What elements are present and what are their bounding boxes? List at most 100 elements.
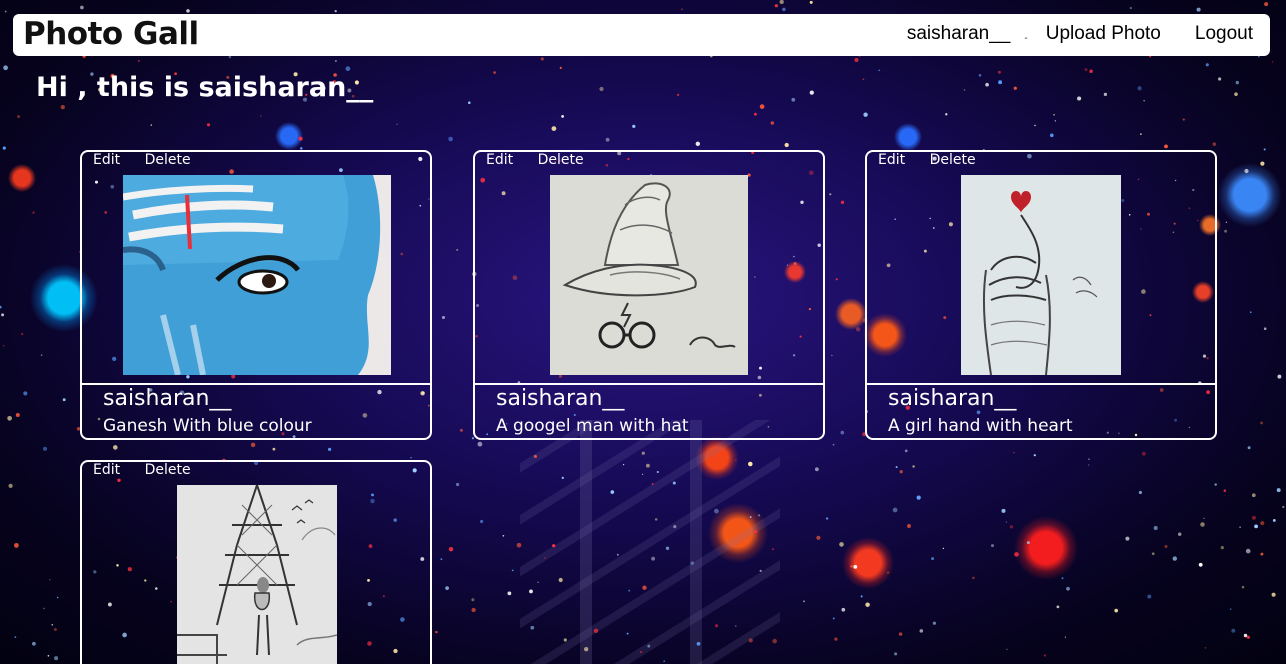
delete-link[interactable]: Delete bbox=[145, 152, 191, 168]
card-actions: Edit Delete bbox=[878, 152, 996, 168]
sparkle bbox=[43, 607, 45, 610]
card-actions: Edit Delete bbox=[486, 152, 604, 168]
photo-image[interactable] bbox=[177, 485, 337, 664]
photo-image[interactable] bbox=[961, 175, 1121, 375]
sparkle bbox=[681, 8, 683, 10]
sparkle bbox=[40, 354, 43, 356]
photo-card: Edit Delete saisharan__ Ganesh With blue… bbox=[80, 150, 432, 440]
logout-link[interactable]: Logout bbox=[1195, 23, 1253, 45]
sparkle bbox=[1246, 635, 1250, 639]
upload-photo-link[interactable]: Upload Photo bbox=[1046, 23, 1161, 45]
delete-link[interactable]: Delete bbox=[538, 152, 584, 168]
edit-link[interactable]: Edit bbox=[878, 152, 905, 168]
sparkle bbox=[1050, 133, 1054, 138]
sparkle bbox=[779, 0, 784, 5]
sparkle bbox=[841, 607, 846, 612]
sparkle bbox=[1264, 2, 1269, 7]
brand-logo[interactable]: Photo Gall bbox=[23, 16, 199, 52]
sparkle bbox=[51, 623, 54, 626]
sparkle bbox=[1001, 508, 1006, 513]
sparkle bbox=[228, 55, 232, 59]
sparkle bbox=[1143, 100, 1145, 102]
card-username: saisharan__ bbox=[103, 386, 232, 411]
nav-separator: - bbox=[1024, 32, 1028, 44]
sparkle bbox=[816, 535, 821, 540]
sparkle bbox=[1234, 92, 1238, 96]
sparkle bbox=[1149, 55, 1152, 58]
card-actions: Edit Delete bbox=[93, 152, 211, 168]
sparkle bbox=[471, 598, 475, 602]
sparkle bbox=[502, 534, 505, 537]
sparkle bbox=[561, 115, 564, 118]
sparkle bbox=[1147, 594, 1152, 599]
sparkle bbox=[1277, 374, 1282, 379]
sparkle bbox=[1084, 68, 1088, 72]
card-caption: A girl hand with heart bbox=[888, 416, 1073, 436]
sparkle bbox=[1140, 133, 1142, 135]
delete-link[interactable]: Delete bbox=[930, 152, 976, 168]
sparkle bbox=[459, 428, 463, 432]
sparkle bbox=[825, 517, 829, 520]
nav-username[interactable]: saisharan__ bbox=[907, 23, 1011, 45]
sparkle bbox=[1263, 327, 1267, 331]
photo-image[interactable] bbox=[123, 175, 391, 375]
edit-link[interactable]: Edit bbox=[93, 462, 120, 478]
sparkle bbox=[815, 467, 819, 472]
sparkle bbox=[1172, 556, 1177, 561]
sparkle bbox=[1196, 7, 1201, 12]
sparkle bbox=[942, 547, 945, 550]
sparkle bbox=[47, 655, 50, 657]
sparkle bbox=[1229, 608, 1232, 610]
sparkle bbox=[1254, 524, 1258, 529]
sparkle bbox=[1043, 654, 1046, 657]
sparkle bbox=[1088, 458, 1090, 461]
sparkle bbox=[803, 600, 805, 603]
sparkle bbox=[471, 607, 476, 613]
sparkle bbox=[1013, 451, 1015, 454]
sparkle bbox=[32, 211, 35, 214]
photo-card: Edit Delete saisharan__ A googel man wit… bbox=[473, 150, 825, 440]
sparkle bbox=[455, 482, 460, 487]
sparkle bbox=[3, 65, 8, 71]
sparkle bbox=[396, 123, 398, 125]
sparkle bbox=[855, 327, 861, 332]
photo-image[interactable] bbox=[550, 175, 748, 375]
delete-link[interactable]: Delete bbox=[145, 462, 191, 478]
sparkle bbox=[1239, 526, 1241, 529]
edit-link[interactable]: Edit bbox=[93, 152, 120, 168]
sparkle bbox=[1249, 311, 1252, 314]
edit-link[interactable]: Edit bbox=[486, 152, 513, 168]
card-caption: A googel man with hat bbox=[496, 416, 689, 436]
sparkle bbox=[907, 524, 911, 528]
sparkle bbox=[328, 447, 332, 451]
sparkle bbox=[1243, 633, 1248, 638]
sparkle bbox=[1220, 546, 1224, 550]
sparkle bbox=[1064, 636, 1066, 638]
sparkle bbox=[53, 628, 57, 631]
sparkle bbox=[32, 641, 36, 646]
sparkle bbox=[14, 636, 17, 638]
sparkle bbox=[477, 441, 483, 447]
sparkle bbox=[985, 82, 989, 87]
sparkle bbox=[1231, 628, 1236, 633]
sparkle bbox=[1006, 648, 1008, 650]
sparkle bbox=[1103, 92, 1108, 97]
sparkle bbox=[832, 443, 835, 446]
sparkle bbox=[605, 137, 610, 142]
sparkle bbox=[878, 69, 881, 72]
sparkle bbox=[42, 446, 48, 451]
sparkle bbox=[1077, 96, 1082, 101]
sparkle bbox=[1137, 86, 1142, 91]
sparkle bbox=[1224, 229, 1227, 233]
sparkle bbox=[1164, 144, 1168, 149]
sparkle bbox=[250, 442, 256, 448]
sparkle bbox=[886, 571, 890, 574]
sparkle bbox=[1026, 541, 1030, 545]
sparkle bbox=[7, 415, 12, 421]
sparkle bbox=[815, 467, 818, 471]
sparkle bbox=[21, 332, 24, 336]
card-divider bbox=[475, 383, 823, 385]
sparkle bbox=[206, 123, 211, 127]
sparkle bbox=[791, 97, 796, 102]
sparkle bbox=[54, 656, 59, 661]
